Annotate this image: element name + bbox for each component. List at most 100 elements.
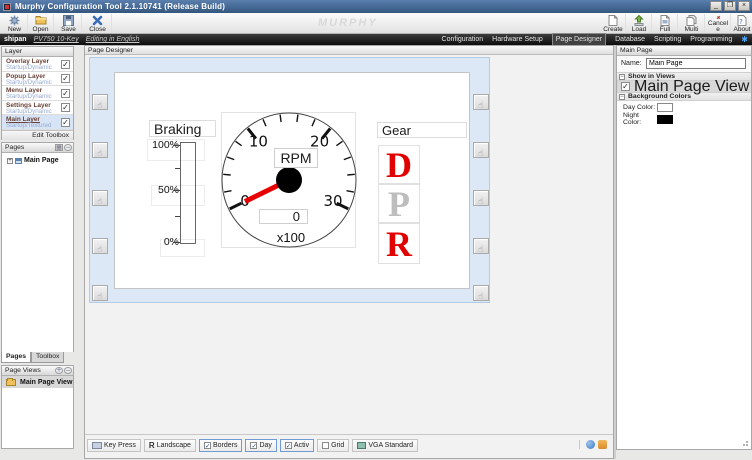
multi-button[interactable]: Multi — [679, 14, 705, 33]
menu-programming[interactable]: Programming — [690, 34, 732, 45]
softkey-button[interactable] — [473, 285, 489, 301]
name-input[interactable] — [646, 58, 746, 69]
collapse-icon[interactable] — [619, 74, 625, 80]
softkey-button[interactable] — [92, 190, 108, 206]
active-checkbox[interactable] — [285, 442, 292, 449]
about-button[interactable]: ? About — [732, 14, 752, 33]
softkey-button[interactable] — [92, 142, 108, 158]
page-view-item[interactable]: Main Page View — [2, 376, 73, 388]
softkey-button[interactable] — [92, 94, 108, 110]
vga-standard-button[interactable]: VGA Standard — [352, 439, 418, 452]
close-project-button[interactable]: Close — [84, 14, 112, 33]
braking-label-widget[interactable]: Braking — [149, 120, 216, 137]
landscape-label: Landscape — [157, 442, 191, 449]
show-in-views-item[interactable]: Main Page View — [617, 81, 751, 92]
layer-visibility-checkbox[interactable] — [61, 118, 70, 127]
upload-icon — [634, 15, 644, 26]
softkey-button[interactable] — [473, 238, 489, 254]
borders-toggle[interactable]: Borders — [199, 439, 243, 452]
cancel-button[interactable]: Cancel e — [706, 14, 731, 33]
key-press-button[interactable]: Key Press — [87, 439, 141, 452]
pages-collapse-icon[interactable]: − — [64, 144, 72, 151]
load-button[interactable]: Load — [627, 14, 652, 33]
properties-panel-header: Main Page — [617, 46, 751, 56]
grid-checkbox[interactable] — [322, 442, 329, 449]
layer-visibility-checkbox[interactable] — [61, 89, 70, 98]
tab-pages[interactable]: Pages — [1, 352, 31, 363]
borders-checkbox[interactable] — [204, 442, 211, 449]
softkey-button[interactable] — [92, 238, 108, 254]
menu-hardware-setup[interactable]: Hardware Setup — [492, 34, 543, 45]
create-button[interactable]: Create — [601, 14, 626, 33]
device-link[interactable]: PV750 10-Key — [34, 36, 79, 43]
folder-icon — [6, 379, 16, 386]
full-button[interactable]: Full — [653, 14, 678, 33]
layer-item-overlay[interactable]: Overlay Layer Startup/Dynamic — [2, 57, 73, 72]
key-press-label: Key Press — [104, 442, 136, 449]
save-button-label: Save — [61, 27, 76, 33]
grid-toggle[interactable]: Grid — [317, 439, 349, 452]
collapse-icon[interactable] — [619, 94, 625, 100]
save-button[interactable]: Save — [56, 14, 82, 33]
layer-item-popup[interactable]: Popup Layer Startup/Dynamic — [2, 72, 73, 87]
gear-label-widget[interactable]: Gear — [377, 122, 467, 138]
view-checkbox[interactable] — [621, 82, 630, 91]
main-menu: Configuration Hardware Setup Page Design… — [442, 34, 748, 45]
bar-gauge-tickmark — [175, 168, 180, 169]
night-color-swatch[interactable] — [657, 115, 673, 124]
gear-position-d[interactable]: D — [378, 145, 420, 184]
home-icon[interactable] — [598, 440, 607, 449]
open-button[interactable]: Open — [28, 14, 54, 33]
edit-toolbox-button[interactable]: Edit Toolbox — [2, 130, 73, 140]
close-x-icon — [92, 15, 103, 26]
gauge-title-box[interactable]: RPM — [274, 148, 318, 168]
softkey-button[interactable] — [473, 142, 489, 158]
language-link[interactable]: Editing in English — [86, 36, 140, 43]
restore-button[interactable]: ❐ — [724, 1, 736, 11]
page-views-add-icon[interactable]: + — [55, 367, 63, 374]
bar-gauge-track[interactable] — [180, 142, 196, 244]
page-views-remove-icon[interactable]: − — [64, 367, 72, 374]
softkey-button[interactable] — [473, 94, 489, 110]
menu-database[interactable]: Database — [615, 34, 645, 45]
active-label: Activ — [294, 442, 309, 449]
load-button-label: Load — [632, 27, 646, 33]
gear-position-p[interactable]: P — [378, 184, 420, 223]
device-screen[interactable]: Braking 100% 50% 0% — [114, 72, 470, 289]
tree-item-label: Main Page — [24, 157, 59, 164]
design-canvas[interactable]: Braking 100% 50% 0% — [89, 57, 490, 303]
menu-configuration[interactable]: Configuration — [442, 34, 484, 45]
tab-toolbox[interactable]: Toolbox — [31, 352, 64, 363]
layer-item-menu[interactable]: Menu Layer Startup/Dynamic — [2, 86, 73, 101]
properties-panel: Main Page Name: Show in Views Main Page … — [616, 45, 752, 450]
layer-panel-header: Layer — [2, 47, 73, 57]
sparkle-icon[interactable]: ✱ — [741, 35, 748, 44]
active-toggle[interactable]: Activ — [280, 439, 314, 452]
gauge-value-box[interactable]: 0 — [259, 209, 308, 224]
svg-text:?: ? — [739, 18, 743, 26]
close-button[interactable]: × — [738, 1, 750, 11]
new-button[interactable]: New — [2, 14, 28, 33]
landscape-button[interactable]: R Landscape — [144, 439, 196, 452]
tree-item-main-page[interactable]: Main Page — [2, 156, 73, 165]
softkey-button[interactable] — [473, 190, 489, 206]
layer-item-settings[interactable]: Settings Layer Startup/Dynamic — [2, 101, 73, 116]
globe-icon[interactable] — [586, 440, 595, 449]
day-toggle[interactable]: Day — [245, 439, 276, 452]
softkey-button[interactable] — [92, 285, 108, 301]
layer-item-main[interactable]: Main Layer Startup/Textured — [2, 115, 73, 130]
layer-visibility-checkbox[interactable] — [61, 60, 70, 69]
day-checkbox[interactable] — [250, 442, 257, 449]
tree-expand-icon[interactable] — [7, 158, 13, 164]
project-bar: shipan PV750 10-Key Editing in English C… — [0, 34, 752, 45]
resize-grip[interactable] — [741, 439, 749, 447]
layer-visibility-checkbox[interactable] — [61, 74, 70, 83]
new-button-label: New — [8, 27, 21, 33]
menu-scripting[interactable]: Scripting — [654, 34, 681, 45]
layer-visibility-checkbox[interactable] — [61, 103, 70, 112]
gear-position-r[interactable]: R — [378, 223, 420, 264]
keyboard-icon — [92, 442, 102, 449]
day-color-swatch[interactable] — [657, 103, 673, 112]
pages-list-view-icon[interactable]: ▦ — [55, 144, 63, 151]
minimize-button[interactable]: _ — [710, 1, 722, 11]
